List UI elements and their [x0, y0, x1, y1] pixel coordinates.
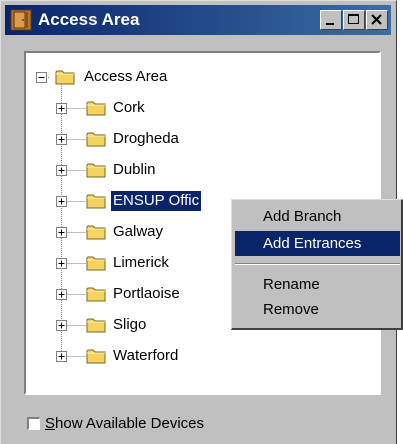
expand-icon[interactable]: [56, 134, 67, 145]
window-title: Access Area: [38, 10, 140, 29]
expand-icon[interactable]: [56, 258, 67, 269]
tree-node-label: Galway: [113, 223, 164, 240]
maximize-button[interactable]: [343, 10, 365, 30]
title-bar[interactable]: Access Area: [5, 5, 391, 35]
folder-icon: [86, 349, 106, 364]
expand-icon[interactable]: [56, 351, 67, 362]
tree-root-label: Access Area: [84, 68, 168, 85]
expand-icon[interactable]: [56, 165, 67, 176]
tree-node-label: Drogheda: [113, 130, 179, 147]
folder-icon: [86, 256, 106, 271]
expand-icon[interactable]: [56, 227, 67, 238]
show-devices-checkbox[interactable]: [27, 417, 40, 430]
menu-item-add-branch[interactable]: Add Branch: [235, 204, 400, 229]
menu-item-remove[interactable]: Remove: [235, 297, 400, 322]
close-icon: [371, 14, 382, 25]
expand-icon[interactable]: [56, 289, 67, 300]
menu-separator: [235, 263, 400, 265]
collapse-icon[interactable]: [36, 72, 47, 83]
folder-icon: [86, 194, 106, 209]
close-button[interactable]: [366, 10, 388, 30]
folder-icon: [86, 101, 106, 116]
folder-icon: [86, 287, 106, 302]
door-icon: [10, 9, 32, 31]
tree-node-label: Waterford: [113, 347, 179, 364]
expand-icon[interactable]: [56, 103, 67, 114]
folder-icon: [86, 318, 106, 333]
maximize-icon: [348, 14, 359, 24]
tree-node-label: Portlaoise: [113, 285, 180, 302]
tree-node-label-selected: ENSUP Offic: [109, 190, 203, 212]
folder-icon: [55, 70, 75, 85]
menu-item-add-entrances[interactable]: Add Entrances: [235, 231, 400, 256]
folder-icon: [86, 132, 106, 147]
tree-node-label: Sligo: [113, 316, 147, 333]
context-menu: Add Branch Add Entrances Rename Remove: [231, 199, 403, 330]
folder-icon: [86, 163, 106, 178]
folder-icon: [86, 225, 106, 240]
expand-icon[interactable]: [56, 196, 67, 207]
show-devices-label: Show Available Devices: [45, 415, 204, 432]
tree-node-label: Cork: [113, 99, 145, 116]
expand-icon[interactable]: [56, 320, 67, 331]
tree-node-label: Limerick: [113, 254, 169, 271]
tree-node-label: Dublin: [113, 161, 156, 178]
minimize-icon: [326, 23, 334, 25]
minimize-button[interactable]: [320, 10, 342, 30]
menu-item-rename[interactable]: Rename: [235, 272, 400, 297]
